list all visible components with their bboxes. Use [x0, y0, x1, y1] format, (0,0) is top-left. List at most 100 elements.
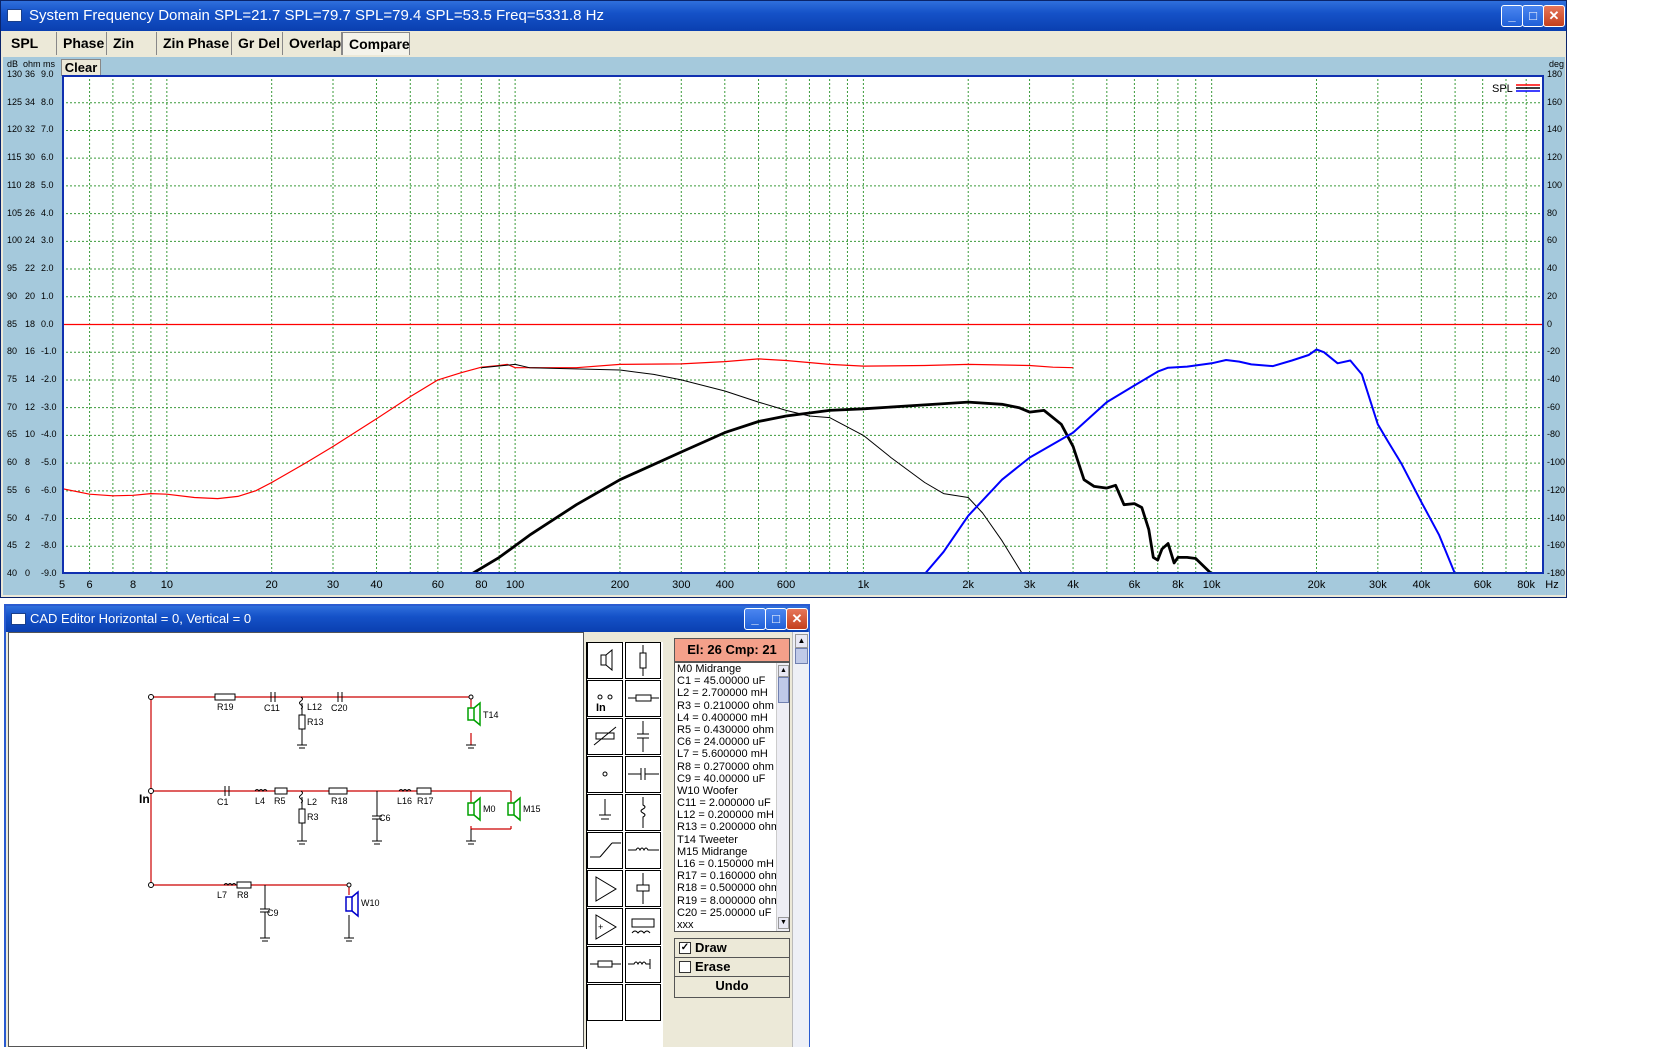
- label-m15: M15: [523, 804, 541, 814]
- element-list-item[interactable]: C9 = 40.00000 uF: [675, 773, 789, 785]
- ohm-tick-label: 2: [25, 540, 31, 551]
- maximize-button[interactable]: □: [1522, 5, 1544, 27]
- spl-chart[interactable]: SPL: [62, 75, 1544, 574]
- palette-ground[interactable]: [587, 794, 623, 831]
- db-tick-label: 90: [7, 290, 18, 301]
- cad-window-titlebar[interactable]: CAD Editor Horizontal = 0, Vertical = 0 …: [6, 606, 808, 632]
- label-r17: R17: [417, 796, 434, 806]
- undo-button[interactable]: Undo: [674, 976, 790, 998]
- db-tick-label: 70: [7, 401, 18, 412]
- element-list-item[interactable]: W10 Woofer: [675, 785, 789, 797]
- frequency-window-title: System Frequency Domain SPL=21.7 SPL=79.…: [29, 7, 604, 24]
- frequency-window-titlebar[interactable]: System Frequency Domain SPL=21.7 SPL=79.…: [1, 1, 1566, 31]
- element-list-item[interactable]: M15 Midrange: [675, 846, 789, 858]
- element-list-item[interactable]: R19 = 8.000000 ohm: [675, 895, 789, 907]
- element-list[interactable]: M0 Midrange C1 = 45.00000 uF L2 = 2.700000…: [674, 662, 790, 932]
- element-list-item[interactable]: R3 = 0.210000 ohm: [675, 700, 789, 712]
- db-axis-header: dB: [7, 59, 19, 69]
- x-tick-label: 100: [505, 579, 525, 591]
- draw-checkbox[interactable]: ✓ Draw: [674, 938, 790, 958]
- palette-capacitor-h[interactable]: [625, 756, 661, 793]
- palette-speaker[interactable]: [587, 642, 623, 679]
- palette-inductor-h[interactable]: [625, 832, 661, 869]
- element-list-item[interactable]: xxx: [675, 919, 789, 931]
- ohm-tick-label: 26: [25, 207, 36, 218]
- element-list-item[interactable]: C1 = 45.00000 uF: [675, 675, 789, 687]
- tab-zin[interactable]: Zin: [107, 32, 157, 55]
- element-list-scrollbar[interactable]: ▲ ▼: [776, 663, 789, 931]
- palette-node[interactable]: [587, 756, 623, 793]
- palette-more-2[interactable]: [625, 984, 661, 1021]
- x-tick-label: 80k: [1517, 579, 1536, 591]
- tab-compare[interactable]: Compare: [342, 32, 410, 55]
- element-list-item[interactable]: C20 = 25.00000 uF: [675, 907, 789, 919]
- element-list-item[interactable]: L12 = 0.200000 mH: [675, 809, 789, 821]
- x-tick-label: 300: [672, 579, 691, 591]
- schematic-canvas[interactable]: In R19 C11 L12 R13 C20 T14 C1 L4 R5 L2 R…: [8, 632, 584, 1047]
- tab-spl[interactable]: SPL: [5, 32, 57, 55]
- element-list-item[interactable]: L7 = 5.600000 mH: [675, 748, 789, 760]
- element-list-item[interactable]: R5 = 0.430000 ohm: [675, 724, 789, 736]
- ms-tick-label: 2.0: [41, 263, 54, 274]
- element-list-item[interactable]: C6 = 24.00000 uF: [675, 736, 789, 748]
- palette-fuse[interactable]: [587, 946, 623, 983]
- series-line-2: [470, 400, 1213, 574]
- ohm-tick-label: 12: [25, 401, 36, 412]
- label-c6: C6: [379, 813, 391, 823]
- x-tick-label: 6: [86, 579, 93, 591]
- clear-button[interactable]: Clear: [61, 59, 101, 76]
- schematic-drawing[interactable]: In R19 C11 L12 R13 C20 T14 C1 L4 R5 L2 R…: [9, 633, 583, 1046]
- db-tick-label: 55: [7, 484, 18, 495]
- element-list-item[interactable]: R18 = 0.500000 ohm: [675, 882, 789, 894]
- ms-tick-label: -5.0: [41, 457, 57, 468]
- element-rows: M0 Midrange C1 = 45.00000 uF L2 = 2.700000…: [675, 663, 789, 931]
- element-list-item[interactable]: T14 Tweeter: [675, 834, 789, 846]
- palette-input[interactable]: In: [587, 680, 623, 717]
- cad-vertical-scrollbar[interactable]: ▲: [792, 632, 809, 1047]
- x-tick-label: 30k: [1368, 579, 1387, 591]
- db-tick-label: 115: [7, 152, 22, 163]
- element-list-item[interactable]: R17 = 0.160000 ohm: [675, 870, 789, 882]
- palette-resistor-h[interactable]: [625, 680, 661, 717]
- palette-bipolar-cap[interactable]: [625, 870, 661, 907]
- element-list-item[interactable]: R13 = 0.200000 ohm: [675, 821, 789, 833]
- element-list-item[interactable]: L2 = 2.700000 mH: [675, 687, 789, 699]
- label-c9: C9: [267, 908, 279, 918]
- minimize-button[interactable]: _: [1501, 5, 1523, 27]
- palette-more-1[interactable]: [587, 984, 623, 1021]
- ms-tick-label: -4.0: [41, 429, 57, 440]
- deg-tick-label: -40: [1547, 373, 1561, 384]
- label-r19: R19: [217, 702, 234, 712]
- ohm-tick-label: 0: [25, 568, 31, 578]
- palette-opamp[interactable]: +: [587, 908, 623, 945]
- component-palette: In +: [586, 642, 663, 1049]
- ohm-tick-label: 10: [25, 429, 36, 440]
- element-list-item[interactable]: R8 = 0.270000 ohm: [675, 761, 789, 773]
- cad-minimize-button[interactable]: _: [744, 608, 766, 630]
- palette-transformer[interactable]: [625, 908, 661, 945]
- label-m0: M0: [483, 804, 496, 814]
- palette-capacitor-v[interactable]: [625, 718, 661, 755]
- tab-gr-del[interactable]: Gr Del: [232, 32, 283, 55]
- erase-checkbox[interactable]: Erase: [674, 957, 790, 977]
- element-list-item[interactable]: L16 = 0.150000 mH: [675, 858, 789, 870]
- x-tick-label: 3k: [1023, 579, 1036, 591]
- palette-switch[interactable]: [587, 832, 623, 869]
- schematic-in-label: In: [139, 792, 150, 806]
- draw-label: Draw: [695, 940, 727, 955]
- tab-zin-phase[interactable]: Zin Phase: [157, 32, 232, 55]
- close-button[interactable]: ✕: [1543, 5, 1565, 27]
- tab-phase[interactable]: Phase: [57, 32, 107, 55]
- palette-variable-resistor[interactable]: [587, 718, 623, 755]
- palette-amplifier[interactable]: [587, 870, 623, 907]
- palette-inductor-v[interactable]: [625, 794, 661, 831]
- element-list-item[interactable]: M0 Midrange: [675, 663, 789, 675]
- window-icon: [11, 613, 26, 625]
- element-list-item[interactable]: L4 = 0.400000 mH: [675, 712, 789, 724]
- palette-delay-line[interactable]: [625, 946, 661, 983]
- cad-maximize-button[interactable]: □: [765, 608, 787, 630]
- cad-close-button[interactable]: ✕: [786, 608, 808, 630]
- element-list-item[interactable]: C11 = 2.000000 uF: [675, 797, 789, 809]
- palette-resistor-v[interactable]: [625, 642, 661, 679]
- tab-overlap[interactable]: Overlap: [283, 32, 342, 55]
